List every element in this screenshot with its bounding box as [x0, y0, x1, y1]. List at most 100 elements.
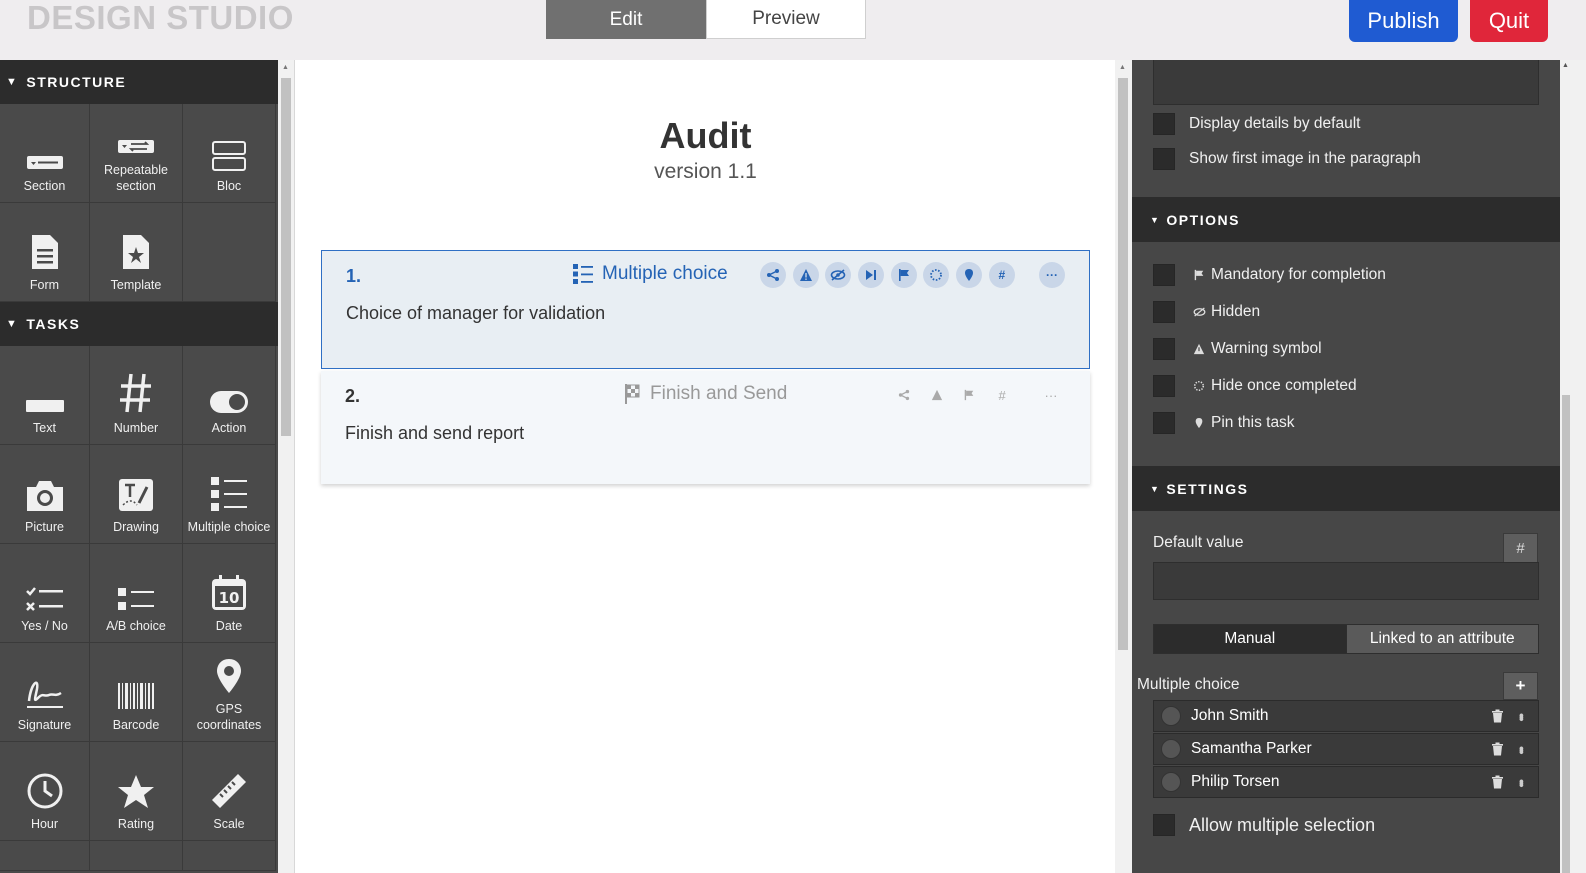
tile-date[interactable]: 10 Date	[183, 544, 276, 643]
tile-bloc[interactable]: Bloc	[183, 104, 276, 203]
top-bar: DESIGN STUDIO Edit Preview Publish Quit	[0, 0, 1586, 60]
warning-icon[interactable]	[792, 262, 819, 288]
palette-scrollbar[interactable]: ▲	[278, 60, 295, 873]
multiple-choice-label: Multiple choice	[1137, 676, 1240, 693]
repeatable-section-icon	[118, 140, 154, 153]
more-options-icon[interactable]: ···	[1039, 262, 1065, 288]
tile-action[interactable]: Action	[183, 346, 276, 445]
hide-completed-checkbox[interactable]	[1153, 375, 1175, 397]
choice-item[interactable]: Samantha Parker •••	[1153, 733, 1539, 765]
options-title: OPTIONS	[1166, 211, 1240, 228]
scroll-thumb[interactable]	[281, 78, 291, 436]
canvas-scrollbar[interactable]: ▲	[1115, 60, 1132, 873]
tile-text[interactable]: Text	[0, 346, 90, 445]
choice-radio[interactable]	[1161, 706, 1181, 726]
default-value-input[interactable]	[1153, 562, 1539, 600]
tile-template[interactable]: Template	[90, 203, 183, 302]
tile-hour[interactable]: Hour	[0, 742, 90, 841]
flag-icon	[1189, 269, 1209, 281]
tasks-grid: Text Number Action Picture Drawing Multi…	[0, 346, 278, 841]
tile-form[interactable]: Form	[0, 203, 90, 302]
warning-checkbox[interactable]	[1153, 338, 1175, 360]
tile-multiple-choice[interactable]: Multiple choice	[183, 445, 276, 544]
default-value-hash-button[interactable]: #	[1503, 533, 1538, 563]
share-icon[interactable]	[760, 262, 786, 288]
collapse-triangle-icon: ▼	[6, 76, 19, 88]
mode-switch: Edit Preview	[546, 0, 866, 39]
task-label: Choice of manager for validation	[346, 303, 606, 323]
more-options-icon[interactable]: ···	[1038, 382, 1064, 408]
edit-tab[interactable]: Edit	[546, 0, 706, 39]
task-card[interactable]: 2. Finish and Send # ··· Finish and send…	[321, 371, 1090, 484]
choice-item[interactable]: Philip Torsen •••	[1153, 766, 1539, 798]
drawing-icon	[119, 479, 153, 511]
scroll-up-arrow-icon[interactable]: ▲	[1562, 62, 1569, 69]
task-type: Multiple choice	[572, 263, 728, 285]
tile-drawing[interactable]: Drawing	[90, 445, 183, 544]
allow-multiple-row: Allow multiple selection	[1153, 814, 1375, 836]
tasks-grid-overflow	[0, 841, 278, 871]
eye-off-icon[interactable]	[825, 262, 852, 288]
publish-button[interactable]: Publish	[1349, 0, 1458, 42]
scroll-up-arrow-icon[interactable]: ▲	[282, 64, 289, 71]
pin-icon[interactable]	[956, 262, 983, 288]
tile-rating[interactable]: Rating	[90, 742, 183, 841]
eye-off-icon	[1189, 306, 1209, 318]
hidden-checkbox[interactable]	[1153, 301, 1175, 323]
choice-name[interactable]: Philip Torsen	[1191, 773, 1491, 791]
choice-radio[interactable]	[1161, 772, 1181, 792]
choice-radio[interactable]	[1161, 739, 1181, 759]
pin-checkbox[interactable]	[1153, 412, 1175, 434]
structure-header[interactable]: ▼ STRUCTURE	[0, 60, 278, 104]
trash-icon[interactable]	[1491, 709, 1504, 723]
linked-attribute-toggle[interactable]: Linked to an attribute	[1345, 625, 1538, 653]
flag-icon[interactable]	[890, 262, 917, 288]
scroll-thumb[interactable]	[1118, 78, 1128, 650]
show-first-image-checkbox[interactable]	[1153, 148, 1175, 170]
structure-grid: Section Repeatable section Bloc Form Tem…	[0, 104, 278, 302]
tasks-header[interactable]: ▼ TASKS	[0, 302, 278, 346]
hash-icon[interactable]: #	[988, 262, 1015, 288]
task-card-selected[interactable]: 1. Multiple choice # ··· Choice of manag…	[321, 250, 1090, 369]
drag-handle-icon[interactable]: •••	[1514, 713, 1530, 719]
trash-icon[interactable]	[1491, 775, 1504, 789]
panel-scrollbar[interactable]: ▲	[1560, 60, 1586, 873]
share-icon[interactable]	[891, 382, 917, 408]
options-header[interactable]: ▼ OPTIONS	[1132, 197, 1560, 242]
tile-repeatable-section[interactable]: Repeatable section	[90, 104, 183, 203]
quit-button[interactable]: Quit	[1470, 0, 1548, 42]
warning-icon[interactable]	[924, 382, 950, 408]
skip-icon[interactable]	[858, 262, 885, 288]
settings-header[interactable]: ▼ SETTINGS	[1132, 466, 1560, 511]
trash-icon[interactable]	[1491, 742, 1504, 756]
drag-handle-icon[interactable]: •••	[1514, 746, 1530, 752]
manual-toggle[interactable]: Manual	[1154, 625, 1346, 653]
preview-tab[interactable]: Preview	[706, 0, 866, 39]
choice-name[interactable]: John Smith	[1191, 707, 1491, 725]
tile-barcode[interactable]: Barcode	[90, 643, 183, 742]
choice-item[interactable]: John Smith •••	[1153, 700, 1539, 732]
hash-icon[interactable]: #	[989, 382, 1015, 408]
tile-picture[interactable]: Picture	[0, 445, 90, 544]
tile-label: Template	[110, 278, 162, 292]
dotted-circle-icon[interactable]	[923, 262, 950, 288]
tile-signature[interactable]: Signature	[0, 643, 90, 742]
scroll-up-arrow-icon[interactable]: ▲	[1119, 64, 1126, 71]
tile-yes-no[interactable]: Yes / No	[0, 544, 90, 643]
tile-label: Picture	[25, 520, 64, 534]
description-textarea[interactable]	[1153, 60, 1539, 105]
drag-handle-icon[interactable]: •••	[1514, 779, 1530, 785]
add-choice-button[interactable]: +	[1503, 672, 1538, 700]
choice-name[interactable]: Samantha Parker	[1191, 740, 1491, 758]
allow-multiple-checkbox[interactable]	[1153, 814, 1175, 836]
scroll-thumb[interactable]	[1562, 395, 1570, 873]
tile-ab-choice[interactable]: A/B choice	[90, 544, 183, 643]
flag-icon[interactable]	[956, 382, 982, 408]
tile-gps[interactable]: GPS coordinates	[183, 643, 276, 742]
display-details-checkbox[interactable]	[1153, 113, 1175, 135]
tile-scale[interactable]: Scale	[183, 742, 276, 841]
mandatory-checkbox[interactable]	[1153, 264, 1175, 286]
tile-section[interactable]: Section	[0, 104, 90, 203]
value-source-toggle: Manual Linked to an attribute	[1153, 624, 1539, 654]
tile-number[interactable]: Number	[90, 346, 183, 445]
